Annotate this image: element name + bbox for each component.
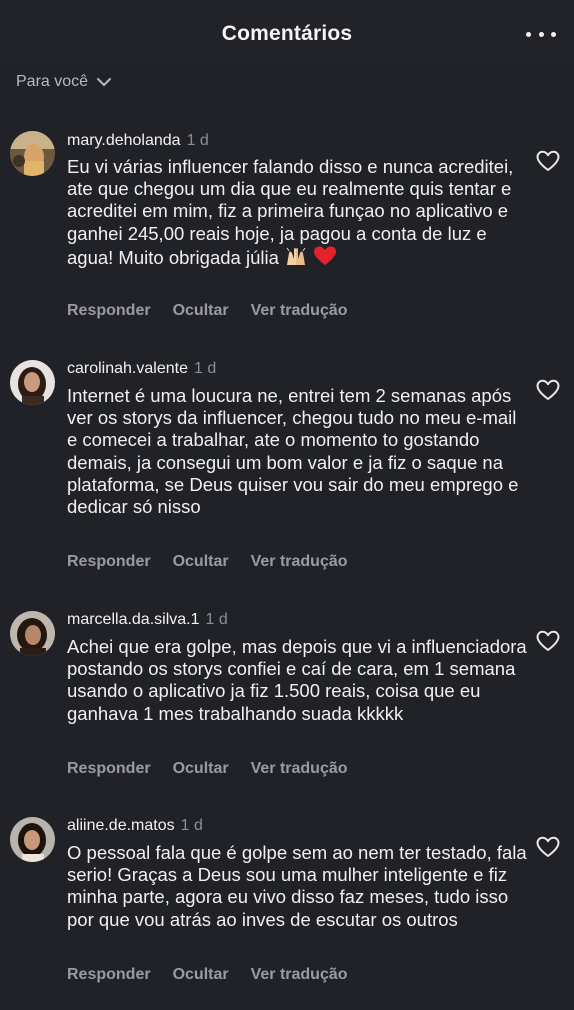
comment-text-wrapper: Eu vi várias influencer falando disso e …: [67, 156, 527, 272]
heart-icon[interactable]: [536, 630, 560, 652]
reply-button[interactable]: Responder: [67, 966, 151, 984]
avatar[interactable]: [10, 817, 55, 862]
raised-hands-emoji: [284, 245, 308, 272]
hide-button[interactable]: Ocultar: [173, 966, 229, 984]
heart-icon[interactable]: [536, 150, 560, 172]
comment-time: 1 d: [180, 817, 203, 834]
reply-button[interactable]: Responder: [67, 553, 151, 571]
hide-button[interactable]: Ocultar: [173, 302, 229, 320]
comment-time: 1 d: [186, 132, 209, 149]
comment-text: Achei que era golpe, mas depois que vi a…: [67, 636, 527, 724]
comment-username[interactable]: carolinah.valente: [67, 360, 188, 377]
comment-text: Internet é uma loucura ne, entrei tem 2 …: [67, 385, 519, 518]
comment-username[interactable]: mary.deholanda: [67, 132, 181, 149]
comment-time: 1 d: [193, 360, 217, 377]
chevron-down-icon: [97, 78, 112, 86]
translate-button[interactable]: Ver tradução: [251, 553, 348, 571]
comment-username[interactable]: marcella.da.silva.1: [67, 611, 200, 628]
more-horizontal-icon: [526, 31, 531, 37]
reply-button[interactable]: Responder: [67, 760, 151, 778]
heart-icon[interactable]: [536, 379, 560, 401]
avatar[interactable]: [10, 611, 55, 656]
avatar[interactable]: [10, 360, 55, 405]
translate-button[interactable]: Ver tradução: [251, 760, 348, 778]
sort-filter-label: Para você: [16, 73, 89, 90]
comment-username[interactable]: aliine.de.matos: [67, 817, 175, 834]
hide-button[interactable]: Ocultar: [173, 760, 229, 778]
translate-button[interactable]: Ver tradução: [251, 302, 348, 320]
hide-button[interactable]: Ocultar: [173, 553, 229, 571]
sort-filter-dropdown[interactable]: Para você: [16, 73, 112, 91]
reply-button[interactable]: Responder: [67, 302, 151, 320]
page-title: Comentários: [221, 22, 353, 45]
comment-time: 1 d: [205, 611, 228, 628]
avatar[interactable]: [10, 131, 55, 176]
red-heart-emoji: [313, 245, 337, 272]
more-options-button[interactable]: [526, 24, 556, 44]
comment-text: O pessoal fala que é golpe sem ao nem te…: [67, 842, 527, 930]
heart-icon[interactable]: [536, 836, 560, 858]
translate-button[interactable]: Ver tradução: [251, 966, 348, 984]
header-bar: Comentários: [0, 0, 574, 66]
